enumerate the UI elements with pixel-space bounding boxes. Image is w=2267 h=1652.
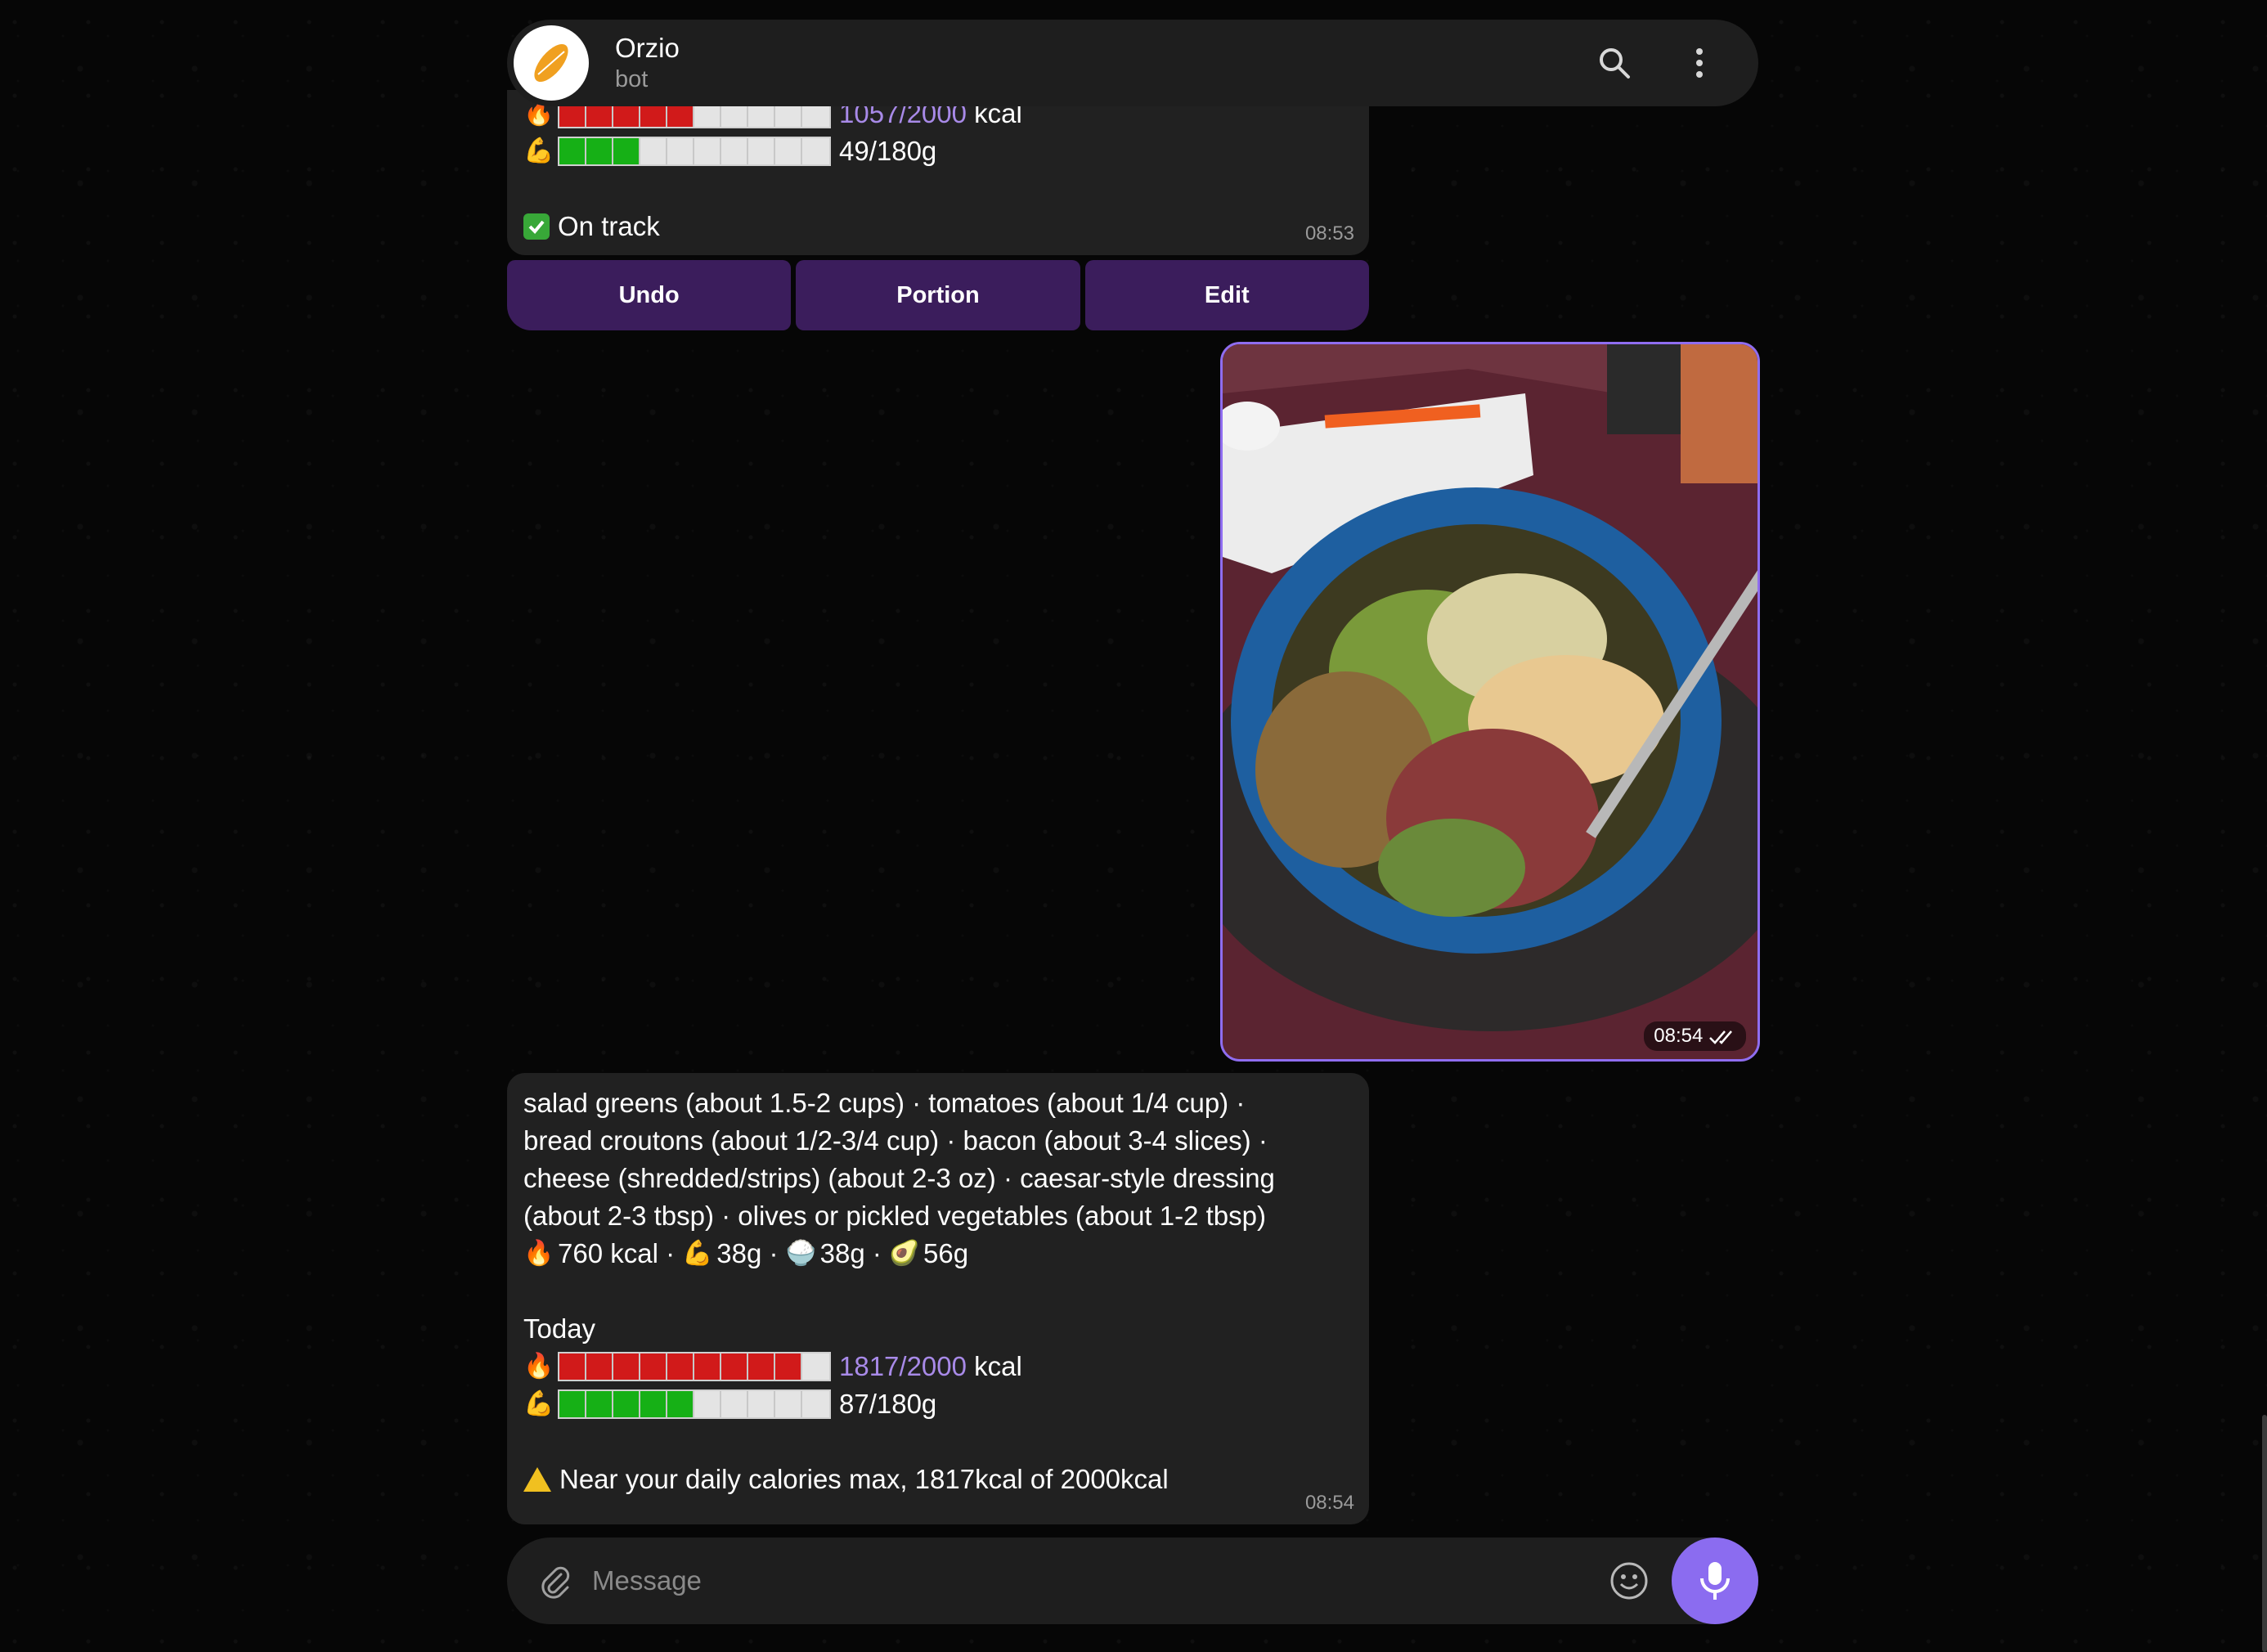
- protein-progress-bar: [558, 1389, 831, 1419]
- paperclip-icon: [541, 1566, 570, 1599]
- meal-protein: 38g: [716, 1238, 762, 1268]
- scrollbar-thumb[interactable]: [2262, 1415, 2267, 1652]
- avocado-icon: 🥑: [889, 1240, 920, 1267]
- food-list-line-2: bread croutons (about 1/2-3/4 cup) · bac…: [523, 1125, 1268, 1156]
- fire-icon: 🔥: [523, 1353, 554, 1380]
- photo-time: 08:54: [1644, 1021, 1746, 1051]
- kcal-progress-line: 🔥 1817/2000 kcal: [523, 1348, 1353, 1385]
- more-options-button[interactable]: [1673, 37, 1726, 89]
- double-check-icon: [1709, 1030, 1732, 1044]
- macros-line: 🔥 760 kcal · 💪 38g · 🍚 38g · 🥑 56g: [523, 1235, 1353, 1273]
- meal-kcal: 760 kcal: [558, 1238, 658, 1268]
- warning-icon: [523, 1467, 551, 1492]
- bot-message-summary: 🔥 1057/2000 kcal 💪 49/180g On track 08:5…: [507, 90, 1369, 255]
- emoji-button[interactable]: [1603, 1555, 1655, 1607]
- smiley-icon: [1610, 1562, 1648, 1600]
- chat-title: Orzio: [615, 33, 680, 63]
- salad-photo: [1223, 344, 1757, 1059]
- food-list-line-4: (about 2-3 tbsp) · olives or pickled veg…: [523, 1201, 1266, 1231]
- orzio-logo-icon: [534, 43, 568, 83]
- protein-progress-bar: [558, 137, 831, 166]
- protein-progress-line: 💪 87/180g: [523, 1385, 1353, 1423]
- salad-photo-message[interactable]: 08:54: [1220, 342, 1760, 1062]
- chat-header[interactable]: Orzio bot: [507, 20, 1758, 106]
- chat-subtitle: bot: [615, 66, 649, 92]
- flexed-bicep-icon: 💪: [682, 1240, 713, 1267]
- protein-progress-line: 💪 49/180g: [523, 132, 1353, 170]
- protein-value: 49/180g: [839, 136, 937, 166]
- rice-bowl-icon: 🍚: [785, 1240, 816, 1267]
- kcal-value-link[interactable]: 1817/2000: [839, 1348, 967, 1385]
- message-input[interactable]: [590, 1564, 1603, 1597]
- kcal-progress-bar: [558, 1352, 831, 1381]
- edit-button[interactable]: Edit: [1084, 260, 1369, 330]
- protein-value: 87/180g: [839, 1389, 937, 1419]
- message-time: 08:53: [1304, 222, 1354, 245]
- bot-message-analysis: salad greens (about 1.5-2 cups) · tomato…: [507, 1073, 1369, 1524]
- message-composer: [507, 1538, 1758, 1624]
- undo-button[interactable]: Undo: [507, 260, 792, 330]
- check-mark-icon: [523, 213, 550, 240]
- bot-avatar[interactable]: [514, 25, 589, 101]
- chat-title-block[interactable]: Orzio bot: [615, 32, 680, 94]
- warning-text: Near your daily calories max, 1817kcal o…: [559, 1464, 1169, 1494]
- search-icon: [1600, 48, 1630, 79]
- more-vertical-icon: [1696, 48, 1703, 78]
- flexed-bicep-icon: 💪: [523, 137, 554, 164]
- meal-fat: 56g: [923, 1238, 969, 1268]
- voice-record-button[interactable]: [1672, 1538, 1758, 1624]
- fire-icon: 🔥: [523, 1240, 554, 1267]
- search-button[interactable]: [1588, 37, 1641, 89]
- flexed-bicep-icon: 💪: [523, 1390, 554, 1417]
- message-time: 08:54: [1304, 1492, 1354, 1514]
- meal-carbs: 38g: [819, 1238, 865, 1268]
- kcal-unit: kcal: [974, 1351, 1022, 1381]
- portion-button[interactable]: Portion: [796, 260, 1080, 330]
- inline-keyboard: Undo Portion Edit: [507, 260, 1369, 330]
- food-list-line-3: cheese (shredded/strips) (about 2-3 oz) …: [523, 1163, 1275, 1193]
- header-actions: [1555, 37, 1726, 89]
- status-line: On track: [523, 208, 1353, 245]
- today-label: Today: [523, 1313, 596, 1344]
- food-list-line-1: salad greens (about 1.5-2 cups) · tomato…: [523, 1088, 1246, 1118]
- warning-line: Near your daily calories max, 1817kcal o…: [523, 1461, 1353, 1498]
- attach-button[interactable]: [530, 1556, 579, 1605]
- microphone-icon: [1700, 1562, 1730, 1600]
- status-text: On track: [558, 211, 660, 241]
